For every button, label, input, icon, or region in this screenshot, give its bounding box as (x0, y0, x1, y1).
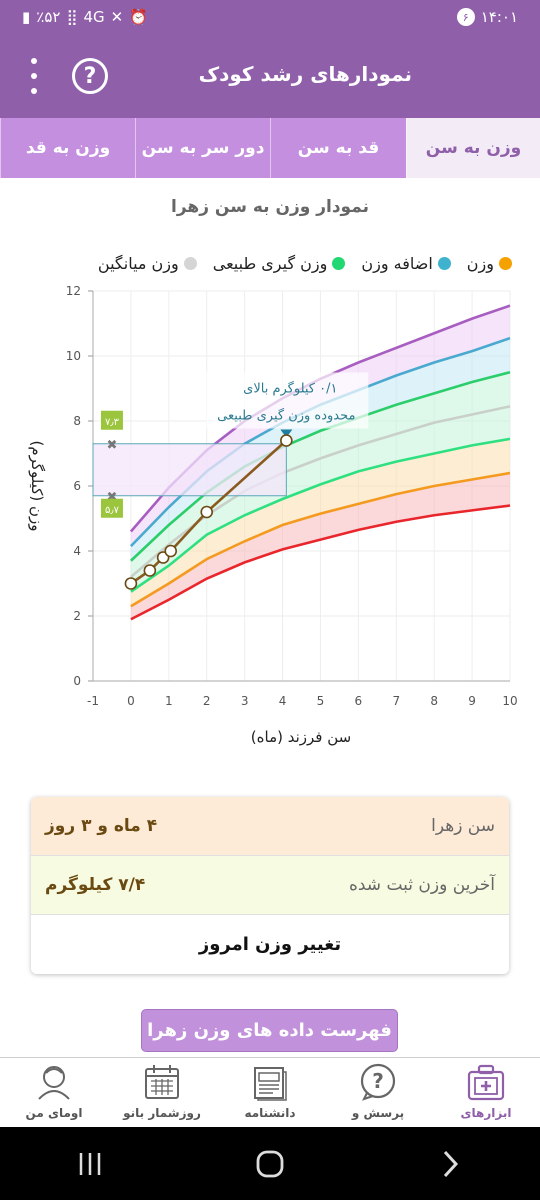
legend-item-weight: وزن (467, 254, 512, 273)
y-tick-label: 10 (66, 349, 81, 363)
annotation-line-1: ۰/۱ کیلوگرم بالای (243, 381, 337, 397)
weight-point (164, 544, 178, 558)
profile-icon (34, 1062, 74, 1102)
app-title: نمودارهای رشد کودک (198, 62, 412, 86)
weight-for-age-chart: -1 0 1 2 3 4 5 6 7 8 9 10024681012✖✖۷٫۳۵٫۷۰/۱ کیلوگ… (28, 284, 518, 746)
nav-item-calendar[interactable]: روزشمار بانو (108, 1058, 216, 1127)
y-tick-label: 8 (73, 414, 81, 428)
x-tick-label: 8 (430, 694, 438, 708)
nav-item-profile[interactable]: اومای من (0, 1058, 108, 1127)
nav-item-tools[interactable]: ابزارهای (432, 1058, 540, 1127)
tab-weight-for-age[interactable]: وزن به سن (406, 118, 540, 178)
change-weight-button[interactable]: تغییر وزن امروز (31, 915, 509, 974)
system-nav-bar (0, 1127, 540, 1200)
range-max-marker: ✖ (107, 438, 118, 453)
legend-dot-icon (183, 257, 197, 270)
weight-point (200, 505, 214, 519)
legend-label: وزن گیری طبیعی (212, 254, 328, 273)
tab-weight-for-height[interactable]: وزن به قد (0, 118, 135, 178)
nav-label: اومای من (25, 1106, 83, 1120)
mute-icon: ✕ (110, 8, 124, 26)
legend-item-normal: وزن گیری طبیعی (213, 254, 346, 273)
x-tick-label: 9 (468, 694, 476, 708)
y-tick-label: 12 (66, 284, 81, 298)
x-tick-label: 10 (502, 694, 517, 708)
x-tick-label: 5 (317, 694, 325, 708)
back-icon[interactable] (420, 1144, 480, 1184)
x-tick-label: -1 (87, 694, 99, 708)
status-right: ۶ ۱۴:۰۱ (456, 8, 518, 26)
legend-dot-icon (499, 257, 512, 270)
legend-item-overweight: اضافه وزن (361, 254, 451, 273)
x-tick-label: 4 (279, 694, 287, 708)
bottom-nav: ابزارهای ? پرسش و دانشنامه روزشمار بانو … (0, 1057, 540, 1127)
x-tick-label: 0 (127, 694, 135, 708)
weight-data-list-button[interactable]: فهرست داده های وزن زهرا (141, 1009, 398, 1052)
calendar-icon (142, 1062, 182, 1102)
range-max-label: ۷٫۳ (105, 417, 120, 428)
network-type: 4G (83, 8, 105, 26)
x-tick-label: 7 (392, 694, 400, 708)
annotation-line-2: محدوده وزن گیری طبیعی (217, 408, 355, 424)
status-left: ▮ ٪۵۲ ⣿ 4G ✕ ⏰ (22, 8, 148, 26)
nav-label: روزشمار بانو (123, 1106, 201, 1120)
age-row: سن زهرا ۴ ماه و ۳ روز (31, 797, 509, 856)
y-tick-label: 2 (73, 609, 81, 623)
y-tick-label: 4 (73, 544, 81, 558)
weight-point (124, 577, 138, 590)
legend-dot-icon (437, 257, 451, 270)
svg-text:?: ? (372, 1069, 384, 1093)
last-weight-row: آخرین وزن ثبت شده ۷/۴ کیلوگرم (31, 856, 509, 915)
nav-label: پرسش و (351, 1106, 405, 1120)
weight-point (143, 564, 157, 577)
overflow-menu-icon[interactable] (24, 58, 44, 94)
question-icon: ? (358, 1062, 398, 1102)
help-icon[interactable]: ? (72, 58, 108, 94)
nav-label: ابزارهای (460, 1106, 512, 1120)
status-time: ۱۴:۰۱ (480, 8, 518, 26)
target-range-box (92, 443, 287, 497)
tab-head-for-age[interactable]: دور سر به سن (135, 118, 270, 178)
age-value: ۴ ماه و ۳ روز (45, 816, 158, 836)
y-tick-label: 6 (73, 479, 81, 493)
legend-item-average: وزن میانگین (98, 254, 197, 273)
x-axis-label: سن فرزند (ماه) (251, 728, 351, 746)
battery-icon: ▮ (22, 8, 31, 26)
legend-dot-icon (332, 257, 346, 270)
signal-icon: ⣿ (66, 8, 78, 26)
x-tick-label: 2 (203, 694, 211, 708)
recent-apps-icon[interactable] (60, 1144, 120, 1184)
x-tick-label: 1 (165, 694, 173, 708)
toolkit-icon (466, 1062, 506, 1102)
encyclopedia-icon (250, 1062, 290, 1102)
last-weight-value: ۷/۴ کیلوگرم (45, 875, 146, 895)
notification-badge: ۶ (456, 8, 475, 26)
x-tick-label: 6 (355, 694, 363, 708)
chart-tabs: وزن به سن قد به سن دور سر به سن وزن به ق… (0, 118, 540, 178)
alarm-icon: ⏰ (129, 8, 148, 26)
change-weight-label: تغییر وزن امروز (198, 934, 342, 955)
range-min-label: ۵٫۷ (105, 505, 120, 516)
chart-title: نمودار وزن به سن زهرا (171, 197, 369, 217)
home-icon[interactable] (240, 1144, 300, 1184)
tab-height-for-age[interactable]: قد به سن (270, 118, 406, 178)
y-axis-label: وزن (کیلوگرم) (28, 440, 46, 531)
status-bar: ▮ ٪۵۲ ⣿ 4G ✕ ⏰ ۶ ۱۴:۰۱ (0, 0, 540, 34)
y-tick-label: 0 (73, 674, 81, 688)
legend-label: وزن میانگین (97, 254, 179, 273)
info-card: سن زهرا ۴ ماه و ۳ روز آخرین وزن ثبت شده … (31, 797, 509, 974)
x-tick-label: 3 (241, 694, 249, 708)
last-weight-label: آخرین وزن ثبت شده (348, 875, 495, 895)
nav-label: دانشنامه (244, 1106, 296, 1120)
legend-label: وزن (466, 254, 494, 273)
chart-legend: وزن اضافه وزن وزن گیری طبیعی وزن میانگین (98, 254, 512, 273)
nav-item-encyclopedia[interactable]: دانشنامه (216, 1058, 324, 1127)
age-label: سن زهرا (431, 816, 495, 836)
weight-point (280, 434, 293, 447)
nav-item-questions[interactable]: ? پرسش و (324, 1058, 432, 1127)
legend-label: اضافه وزن (361, 254, 433, 273)
app-bar: ? نمودارهای رشد کودک (0, 34, 540, 118)
battery-level: ٪۵۲ (36, 8, 61, 26)
